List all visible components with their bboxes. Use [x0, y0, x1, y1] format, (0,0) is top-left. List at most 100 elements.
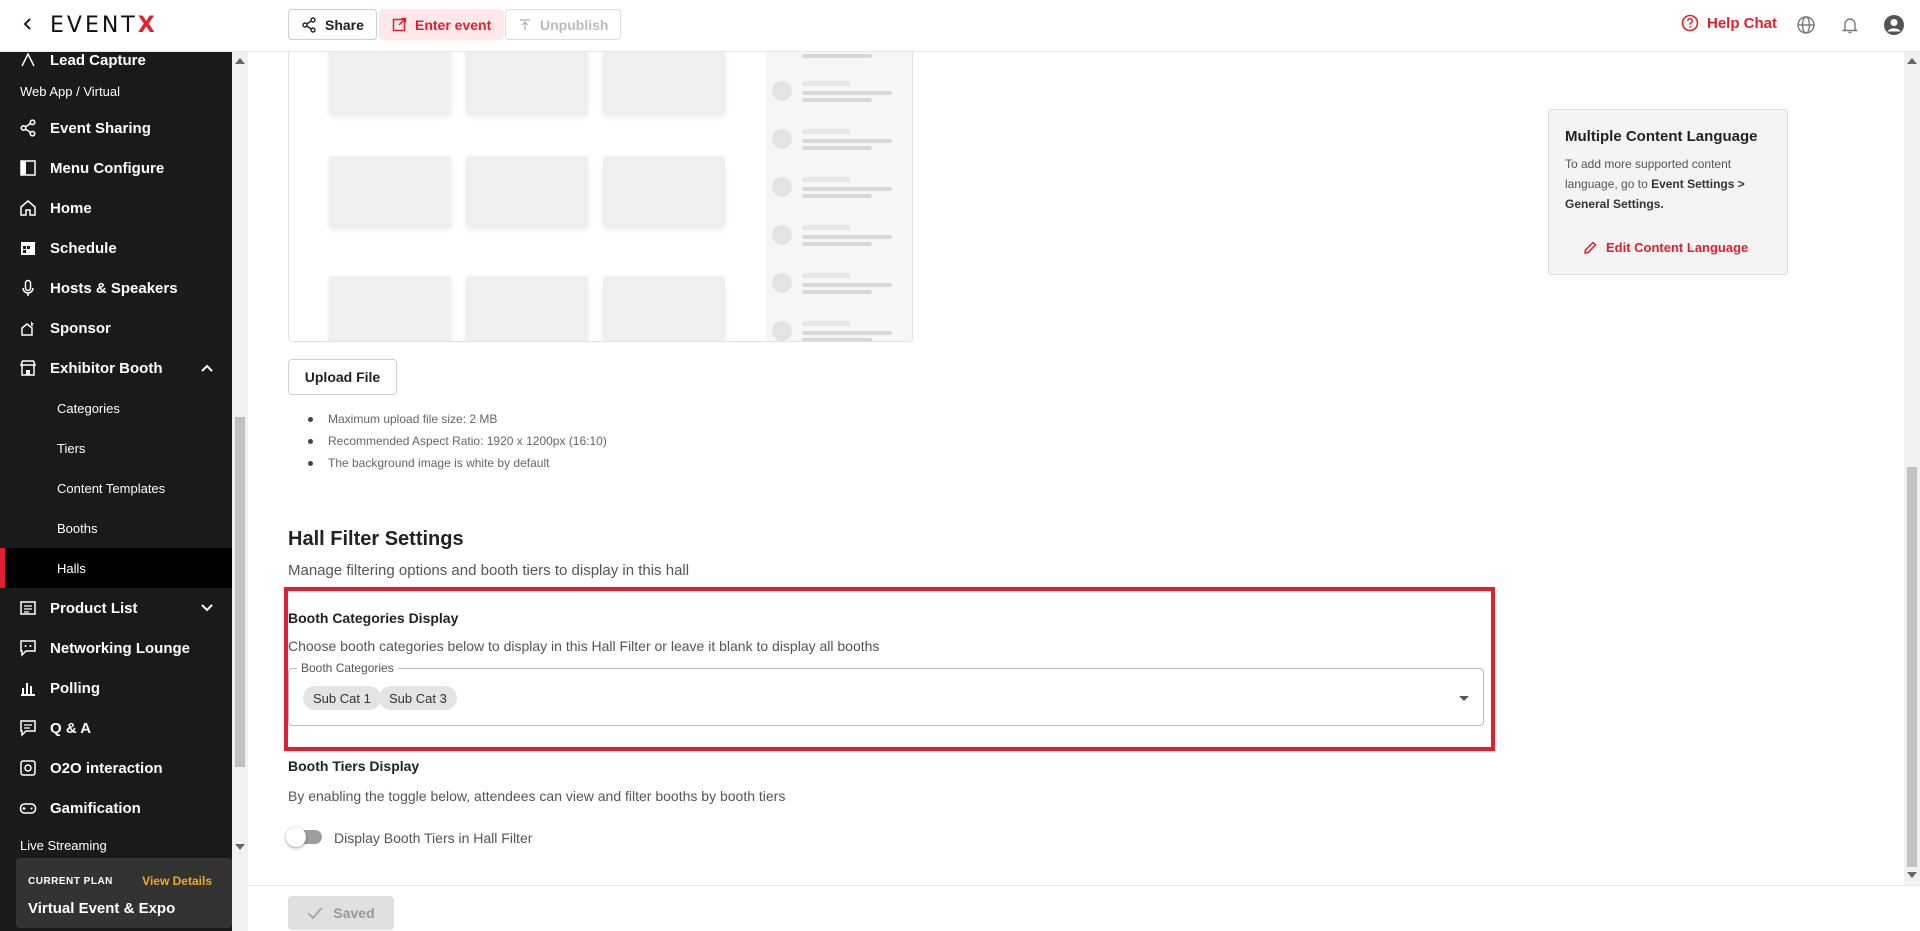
share-button[interactable]: Share	[288, 9, 377, 40]
sidebar-item-event-sharing[interactable]: Event Sharing	[0, 108, 232, 148]
sidebar-item-qa[interactable]: Q & A	[0, 708, 232, 748]
section-web-app-virtual: Web App / Virtual	[20, 84, 120, 99]
booth-categories-description: Choose booth categories below to display…	[288, 638, 880, 654]
main-scrollbar[interactable]	[1904, 52, 1920, 886]
category-chip[interactable]: Sub Cat 3	[379, 686, 457, 710]
sidebar-item-o2o-interaction[interactable]: O2O interaction	[0, 748, 232, 788]
hall-filter-title: Hall Filter Settings	[288, 528, 464, 550]
calendar-icon	[18, 238, 38, 258]
sidebar-item-label: Polling	[50, 679, 100, 697]
main-scroll-thumb[interactable]	[1907, 467, 1917, 867]
sidebar-subitem-label: Content Templates	[57, 480, 166, 496]
back-arrow-icon[interactable]	[16, 12, 40, 36]
sidebar-item-exhibitor-booth[interactable]: Exhibitor Booth	[0, 348, 232, 388]
hall-filter-subtitle: Manage filtering options and booth tiers…	[288, 562, 690, 579]
sidebar-subitem-label: Categories	[57, 400, 120, 416]
help-chat-button[interactable]: Help Chat	[1681, 14, 1777, 32]
bell-icon[interactable]	[1838, 13, 1862, 37]
chevron-down-icon[interactable]	[200, 601, 214, 615]
eventx-logo[interactable]: EVENTX	[50, 13, 158, 38]
share-icon	[302, 16, 316, 33]
view-details-link[interactable]: View Details	[142, 874, 212, 888]
sidebar-item-label: Home	[50, 199, 92, 217]
scroll-up-arrow[interactable]	[235, 58, 245, 64]
sidebar-item-label: Product List	[50, 599, 138, 617]
store-icon	[18, 358, 38, 378]
scroll-down-arrow[interactable]	[235, 844, 245, 850]
bar-chart-icon	[18, 678, 38, 698]
chat-icon	[18, 638, 38, 658]
home-icon	[18, 198, 38, 218]
sidebar-subitem-tiers[interactable]: Tiers	[0, 428, 232, 468]
sidebar-subitem-categories[interactable]: Categories	[0, 388, 232, 428]
share-icon	[18, 118, 38, 138]
sidebar-item-hosts-speakers[interactable]: Hosts & Speakers	[0, 268, 232, 308]
sidebar-subitem-halls[interactable]: Halls	[0, 548, 232, 588]
external-link-icon	[392, 17, 407, 32]
sidebar-scrollbar[interactable]	[232, 52, 248, 931]
dropdown-caret-icon[interactable]	[1459, 696, 1469, 701]
chevron-up-icon[interactable]	[200, 361, 214, 375]
booth-tiers-title: Booth Tiers Display	[288, 758, 420, 774]
sidebar-item-menu-configure[interactable]: Menu Configure	[0, 148, 232, 188]
booth-categories-field-label: Booth Categories	[297, 661, 398, 675]
sidebar-item-label: Menu Configure	[50, 159, 165, 177]
pencil-icon	[1584, 241, 1597, 254]
sidebar-item-label: O2O interaction	[50, 759, 163, 777]
gamepad-icon	[18, 798, 38, 818]
unpublish-button[interactable]: Unpublish	[505, 9, 622, 40]
saved-button[interactable]: Saved	[288, 896, 394, 930]
sidebar-item-label: Exhibitor Booth	[50, 359, 163, 377]
unpublish-label: Unpublish	[540, 16, 609, 33]
account-icon[interactable]	[1882, 13, 1906, 37]
edit-content-language-link[interactable]: Edit Content Language	[1583, 240, 1748, 255]
plan-name: Virtual Event & Expo	[28, 900, 176, 917]
sidebar-item-label: Hosts & Speakers	[50, 279, 178, 297]
layout-icon	[18, 158, 38, 178]
multiple-content-language-card: Multiple Content Language To add more su…	[1548, 109, 1788, 275]
upload-note: Maximum upload file size: 2 MB	[308, 412, 607, 434]
sidebar-item-schedule[interactable]: Schedule	[0, 228, 232, 268]
booth-categories-select[interactable]: Booth Categories Sub Cat 1 Sub Cat 3	[288, 661, 1484, 726]
scroll-up-arrow[interactable]	[1907, 58, 1917, 64]
sidebar-item-label: Lead Capture	[50, 52, 146, 69]
sidebar-subitem-content-templates[interactable]: Content Templates	[0, 468, 232, 508]
category-chip[interactable]: Sub Cat 1	[303, 686, 381, 710]
unpublish-icon	[520, 18, 530, 30]
main-content: Upload File Maximum upload file size: 2 …	[248, 52, 1920, 931]
sidebar-item-home[interactable]: Home	[0, 188, 232, 228]
sidebar-scroll-thumb[interactable]	[235, 417, 245, 767]
booth-tiers-description: By enabling the toggle below, attendees …	[288, 788, 786, 804]
sidebar-item-sponsor[interactable]: Sponsor	[0, 308, 232, 348]
upload-file-button[interactable]: Upload File	[288, 359, 397, 395]
help-circle-icon	[1681, 14, 1699, 32]
booth-tiers-toggle-label: Display Booth Tiers in Hall Filter	[334, 830, 533, 846]
sidebar-subitem-booths[interactable]: Booths	[0, 508, 232, 548]
sponsor-icon	[18, 318, 38, 338]
edit-content-language-label: Edit Content Language	[1606, 240, 1749, 255]
plan-label: CURRENT PLAN	[28, 876, 113, 887]
sidebar-subitem-label: Booths	[57, 520, 98, 536]
o2o-icon	[18, 758, 38, 778]
upload-note: Recommended Aspect Ratio: 1920 x 1200px …	[308, 434, 607, 456]
share-label: Share	[325, 16, 364, 33]
sidebar-item-networking-lounge[interactable]: Networking Lounge	[0, 628, 232, 668]
section-live-streaming: Live Streaming	[20, 838, 107, 853]
booth-tiers-toggle[interactable]	[286, 827, 322, 847]
scroll-down-arrow[interactable]	[1907, 872, 1917, 878]
sidebar-item-polling[interactable]: Polling	[0, 668, 232, 708]
hall-background-preview	[288, 52, 913, 342]
lead-capture-icon	[18, 52, 38, 70]
check-icon	[308, 907, 323, 920]
globe-icon[interactable]	[1794, 13, 1818, 37]
sidebar: Lead Capture Web App / Virtual Event Sha…	[0, 52, 248, 931]
enter-event-button[interactable]: Enter event	[379, 9, 505, 40]
sidebar-item-lead-capture[interactable]: Lead Capture	[0, 52, 232, 80]
help-chat-label: Help Chat	[1707, 14, 1778, 32]
enter-event-label: Enter event	[415, 16, 492, 33]
sidebar-item-gamification[interactable]: Gamification	[0, 788, 232, 828]
booth-categories-title: Booth Categories Display	[288, 610, 459, 626]
sidebar-item-product-list[interactable]: Product List	[0, 588, 232, 628]
sidebar-subitem-label: Halls	[57, 560, 86, 576]
logo-accent: X	[137, 13, 158, 38]
